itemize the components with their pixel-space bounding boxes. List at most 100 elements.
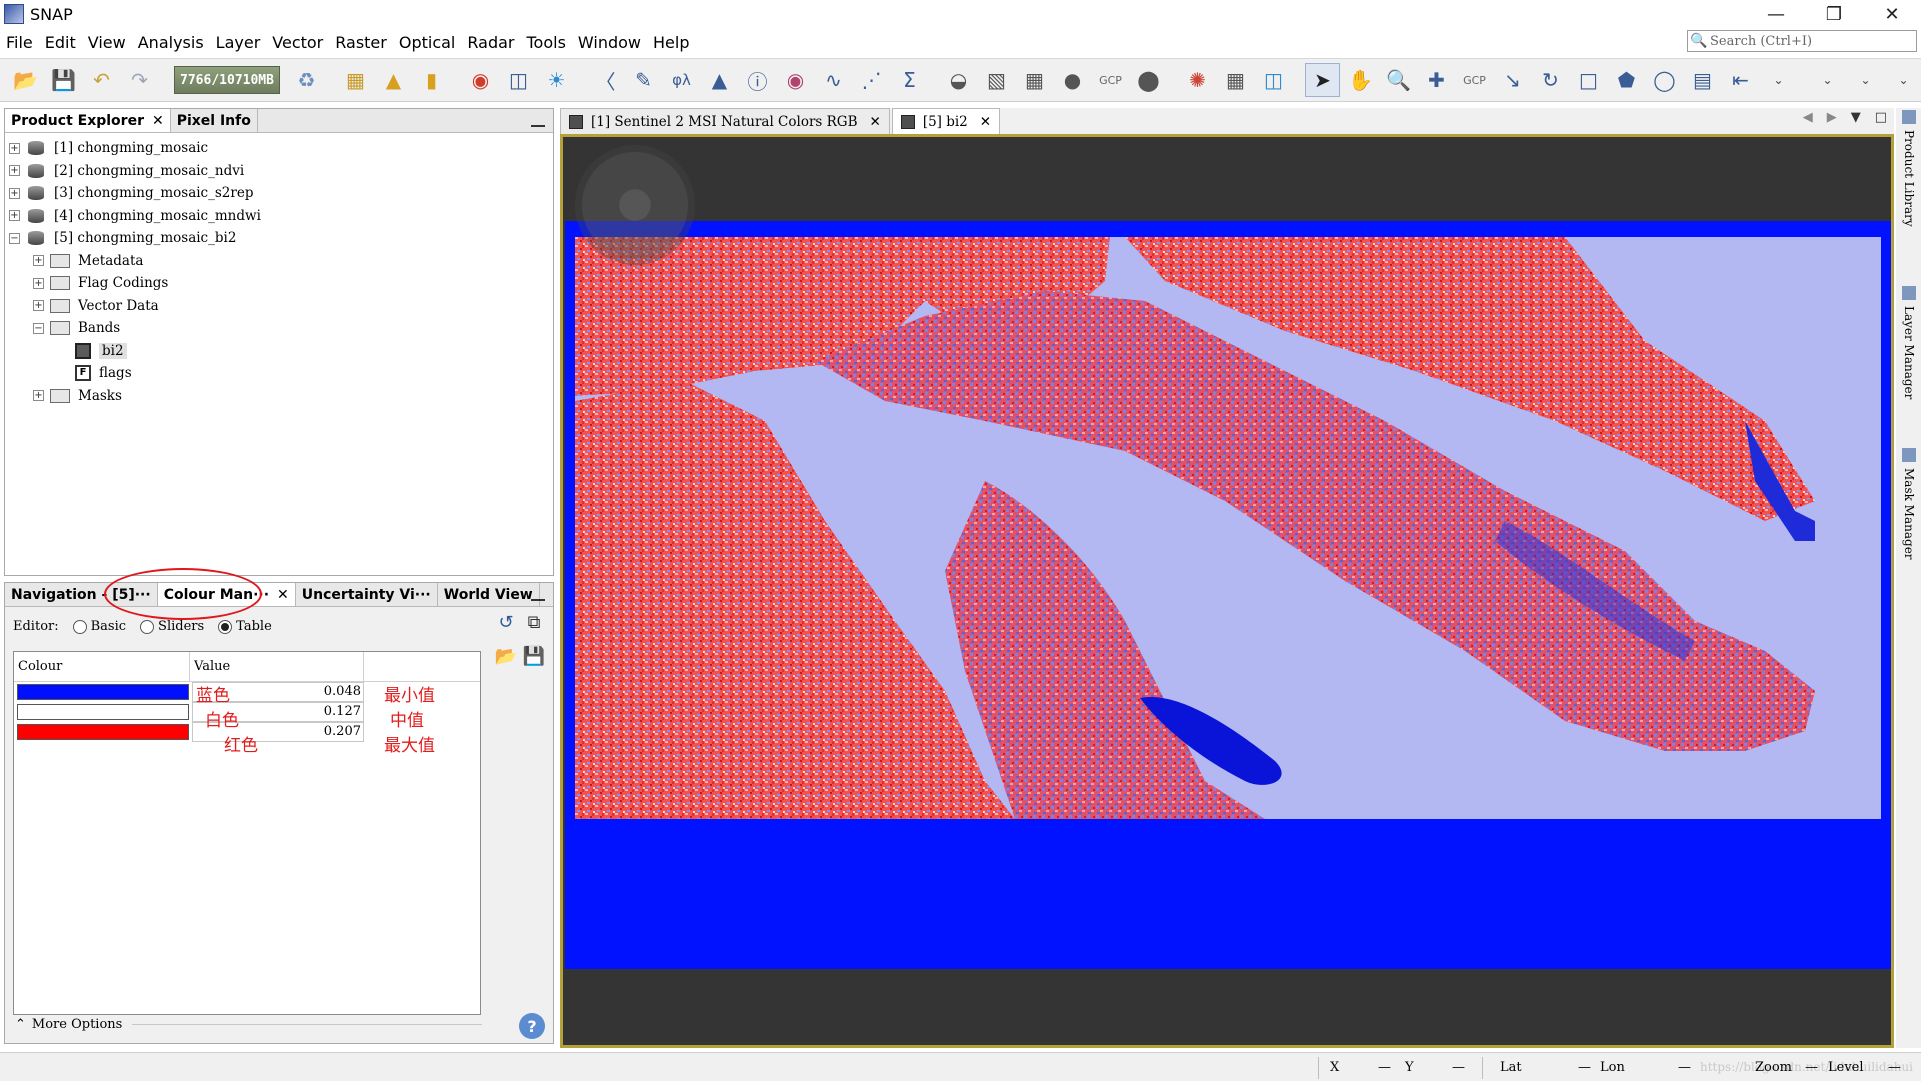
menu-vector[interactable]: Vector xyxy=(266,33,329,52)
more-options-toggle[interactable]: ⌃ More Options xyxy=(15,1017,483,1032)
select-tool-icon[interactable]: ➤ xyxy=(1305,63,1340,97)
profile-plot-icon[interactable]: ∿ xyxy=(816,63,851,97)
menu-edit[interactable]: Edit xyxy=(39,33,82,52)
sigma-icon[interactable]: Σ xyxy=(892,63,927,97)
collapse-icon[interactable]: − xyxy=(9,232,20,244)
radio-table[interactable] xyxy=(218,619,233,634)
maximize-icon[interactable]: □ xyxy=(1875,110,1887,125)
tree-product-2[interactable]: + [2] chongming_mosaic_ndvi xyxy=(5,160,553,183)
tree-product-3[interactable]: + [3] chongming_mosaic_s2rep xyxy=(5,182,553,205)
navigation-control-icon[interactable] xyxy=(575,145,695,265)
search-input[interactable]: 🔍 Search (Ctrl+I) xyxy=(1687,30,1917,52)
mask-icon[interactable]: ◒ xyxy=(941,63,976,97)
phi-lambda-icon[interactable]: φλ xyxy=(664,63,699,97)
colour-swatch[interactable] xyxy=(17,684,189,700)
radio-sliders[interactable] xyxy=(140,619,155,634)
radio-basic[interactable] xyxy=(72,619,87,634)
expand-icon[interactable]: + xyxy=(9,187,20,199)
globe-icon[interactable]: ☀ xyxy=(539,63,574,97)
tree-product-4[interactable]: + [4] chongming_mosaic_mndwi xyxy=(5,205,553,228)
menu-layer[interactable]: Layer xyxy=(210,33,267,52)
rgb-image-icon[interactable]: ◉ xyxy=(463,63,498,97)
pin-manager-icon[interactable]: ● xyxy=(1055,63,1090,97)
reset-icon[interactable]: ↺ xyxy=(493,609,519,635)
tree-node-vector-data[interactable]: + Vector Data xyxy=(5,295,553,318)
expand-icon[interactable]: + xyxy=(9,165,20,177)
histogram-icon[interactable]: ▲ xyxy=(702,63,737,97)
tab-document-bi2[interactable]: [5] bi2 ✕ xyxy=(891,108,1001,134)
multi-apply-icon[interactable]: ⧉ xyxy=(521,609,547,635)
chevron-left-icon[interactable]: ◀ xyxy=(1803,110,1813,125)
band-maths-icon[interactable]: ▦ xyxy=(338,63,373,97)
bi2-raster-image[interactable] xyxy=(565,221,1891,969)
flags-icon[interactable]: ▮ xyxy=(414,63,449,97)
expand-icon[interactable]: + xyxy=(33,390,44,402)
range-finder-icon[interactable]: ⇤ xyxy=(1723,63,1758,97)
line-tool-icon[interactable]: ↘ xyxy=(1495,63,1530,97)
gcp-manager-icon[interactable]: GCP xyxy=(1093,63,1128,97)
tree-product-1[interactable]: + [1] chongming_mosaic xyxy=(5,137,553,160)
tree-node-bands[interactable]: − Bands xyxy=(5,317,553,340)
expand-icon[interactable]: + xyxy=(9,210,20,222)
tab-product-explorer[interactable]: Product Explorer ✕ xyxy=(5,109,171,132)
edit-icon[interactable]: ✎ xyxy=(626,63,661,97)
colour-swatch[interactable] xyxy=(17,704,189,720)
menu-help[interactable]: Help xyxy=(647,33,695,52)
menu-radar[interactable]: Radar xyxy=(461,33,520,52)
import-colour-palette-icon[interactable]: 📂 xyxy=(493,643,519,669)
undo-icon[interactable]: ↶ xyxy=(84,63,119,97)
tab-pixel-info[interactable]: Pixel Info xyxy=(170,109,258,132)
close-window-button[interactable]: ✕ xyxy=(1863,0,1921,28)
close-tab-icon[interactable]: ✕ xyxy=(152,113,164,129)
tree-node-metadata[interactable]: + Metadata xyxy=(5,250,553,273)
menu-analysis[interactable]: Analysis xyxy=(132,33,210,52)
tree-band-bi2[interactable]: bi2 xyxy=(5,340,553,363)
tree-node-masks[interactable]: + Masks xyxy=(5,385,553,408)
sync-views-icon[interactable]: ✺ xyxy=(1180,63,1215,97)
expand-icon[interactable]: + xyxy=(33,255,44,267)
tree-band-flags[interactable]: F flags xyxy=(5,362,553,385)
menu-optical[interactable]: Optical xyxy=(393,33,462,52)
close-tab-icon[interactable]: ✕ xyxy=(870,114,881,130)
tree-product-5[interactable]: − [5] chongming_mosaic_bi2 xyxy=(5,227,553,250)
statistics-icon[interactable]: ◉ xyxy=(778,63,813,97)
polygon-tool-icon[interactable]: ⬟ xyxy=(1609,63,1644,97)
tab-product-library[interactable]: Product Library xyxy=(1898,110,1920,250)
chevron-down-icon[interactable]: ▼ xyxy=(1851,110,1861,125)
tab-world-view[interactable]: World View xyxy=(437,583,540,606)
toolbar-overflow-icon-3[interactable]: ⌄ xyxy=(1886,63,1921,97)
minimize-panel-icon[interactable] xyxy=(531,113,545,127)
layer-icon[interactable]: ◫ xyxy=(501,63,536,97)
close-tab-icon[interactable]: ✕ xyxy=(980,114,991,130)
expand-icon[interactable]: + xyxy=(33,277,44,289)
tab-layer-manager[interactable]: Layer Manager xyxy=(1898,286,1920,418)
open-product-icon[interactable]: 📂 xyxy=(8,63,43,97)
world-map-icon[interactable]: ⬤ xyxy=(1131,63,1166,97)
expand-icon[interactable]: + xyxy=(9,142,20,154)
minimize-panel-icon[interactable] xyxy=(531,587,545,601)
menu-view[interactable]: View xyxy=(82,33,132,52)
menu-file[interactable]: File xyxy=(0,33,39,52)
bands-icon[interactable]: ▲ xyxy=(376,63,411,97)
close-tab-icon[interactable]: ✕ xyxy=(277,587,289,603)
graticule-icon[interactable]: ▦ xyxy=(1017,63,1052,97)
menu-tools[interactable]: Tools xyxy=(520,33,571,52)
pan-tool-icon[interactable]: ✋ xyxy=(1343,63,1378,97)
mosaic-icon[interactable]: ▧ xyxy=(979,63,1014,97)
expand-icon[interactable]: + xyxy=(33,300,44,312)
colour-swatch[interactable] xyxy=(17,724,189,740)
more-tools-chevron-icon[interactable]: ⌄ xyxy=(1761,63,1796,97)
rectangle-tool-icon[interactable]: □ xyxy=(1571,63,1606,97)
tab-uncertainty-visualisation[interactable]: Uncertainty Vi··· xyxy=(295,583,438,606)
collapse-icon[interactable]: − xyxy=(33,322,44,334)
scatter-plot-icon[interactable]: ⋰ xyxy=(854,63,889,97)
polyline-tool-icon[interactable]: ↻ xyxy=(1533,63,1568,97)
gcp-tool-icon[interactable]: GCP xyxy=(1457,63,1492,97)
help-icon[interactable]: ? xyxy=(519,1013,545,1039)
restore-button[interactable]: ❐ xyxy=(1805,0,1863,28)
minimize-button[interactable]: — xyxy=(1747,0,1805,28)
image-view[interactable] xyxy=(560,134,1894,1048)
pin-tool-icon[interactable]: ✚ xyxy=(1419,63,1454,97)
information-icon[interactable]: ⓘ xyxy=(740,63,775,97)
tile-icon[interactable]: ▦ xyxy=(1218,63,1253,97)
